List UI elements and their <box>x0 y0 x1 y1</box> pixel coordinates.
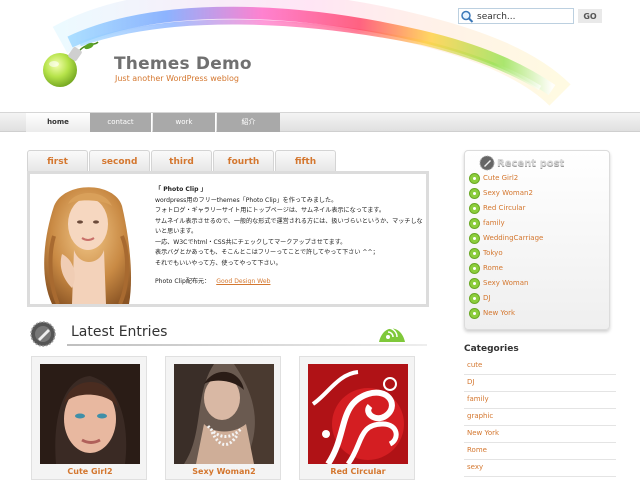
latest-entries-title: Latest Entries <box>71 324 168 340</box>
recent-post-title: Recent post <box>497 158 565 169</box>
entry-thumbnail[interactable] <box>308 364 408 464</box>
feature-text-line: 「 Photo Clip 」 <box>155 186 207 193</box>
pencil-badge-icon <box>479 155 495 171</box>
recent-post-item[interactable]: Red Circular <box>469 201 607 216</box>
recent-post-item[interactable]: Sexy Woman <box>469 276 607 291</box>
feature-text-line: 表示バグとかあっても、そこんとこはフリーってことで許してやって下さい ^^； <box>155 249 379 256</box>
recent-post-link[interactable]: Rome <box>483 264 503 272</box>
recent-post-link[interactable]: Cute Girl2 <box>483 174 518 182</box>
recent-post-link[interactable]: Sexy Woman <box>483 279 528 287</box>
green-bullet-icon <box>469 263 480 274</box>
feature-panel: 「 Photo Clip 」 wordpress用のフリーthemes「Phot… <box>27 171 429 307</box>
category-link[interactable]: Rome <box>467 446 487 454</box>
feature-text-line: wordpress用のフリーthemes「Photo Clip」を作ってみました… <box>155 196 338 204</box>
recent-post-item[interactable]: Rome <box>469 261 607 276</box>
recent-post-link[interactable]: DJ <box>483 294 490 302</box>
green-bullet-icon <box>469 308 480 319</box>
recent-post-item[interactable]: family <box>469 216 607 231</box>
category-link[interactable]: DJ <box>467 378 474 386</box>
site-tagline: Just another WordPress weblog <box>115 74 240 83</box>
green-bullet-icon <box>469 188 480 199</box>
green-bullet-icon <box>469 248 480 259</box>
search-icon <box>461 10 474 23</box>
category-item[interactable]: Rome <box>464 443 616 460</box>
latest-entries-header: Latest Entries <box>27 318 429 350</box>
entry-title[interactable]: Red Circular <box>300 467 416 476</box>
category-item[interactable]: DJ <box>464 375 616 392</box>
recent-post-link[interactable]: family <box>483 219 505 227</box>
nav-item-work[interactable]: work <box>153 113 216 132</box>
recent-post-link[interactable]: Tokyo <box>483 249 503 257</box>
category-link[interactable]: sexy <box>467 463 483 471</box>
green-bullet-icon <box>469 293 480 304</box>
category-item[interactable]: graphic <box>464 409 616 426</box>
tab-fifth[interactable]: fifth <box>275 150 336 172</box>
green-bullet-icon <box>469 173 480 184</box>
green-bullet-icon <box>469 233 480 244</box>
category-item[interactable]: sexy <box>464 460 616 477</box>
entry-card[interactable]: Red Circular <box>299 356 415 480</box>
feature-credit: Photo Clip配布元： Good Design Web <box>155 276 270 285</box>
category-item[interactable]: family <box>464 392 616 409</box>
entry-card[interactable]: Sexy Woman2 <box>165 356 281 480</box>
feature-text-line: それでもいいやって方、使ってやって下さい。 <box>155 259 282 267</box>
site-title[interactable]: Themes Demo <box>114 54 252 74</box>
entry-title[interactable]: Sexy Woman2 <box>166 467 282 476</box>
feature-description: 「 Photo Clip 」 wordpress用のフリーthemes「Phot… <box>155 185 427 269</box>
recent-post-widget: Recent post Cute Girl2 Sexy Woman2 Red C… <box>464 150 610 330</box>
green-bullet-icon <box>469 203 480 214</box>
tab-second[interactable]: second <box>89 150 150 172</box>
recent-post-item[interactable]: Sexy Woman2 <box>469 186 607 201</box>
feature-text-line: フォトログ・ギャラリーサイト用にトップページは、サムネイル表示になってます。 <box>155 207 385 214</box>
entry-thumbnail[interactable] <box>174 364 274 464</box>
tab-first[interactable]: first <box>27 150 88 172</box>
rss-feed-icon[interactable] <box>377 322 407 344</box>
search-input[interactable] <box>477 10 571 23</box>
credit-link[interactable]: Good Design Web <box>216 278 270 285</box>
category-link[interactable]: New York <box>467 429 499 437</box>
recent-post-link[interactable]: Sexy Woman2 <box>483 189 533 197</box>
recent-post-item[interactable]: WeddingCarriage <box>469 231 607 246</box>
main-nav: home contact work 紹介 <box>0 112 640 132</box>
recent-post-item[interactable]: New York <box>469 306 607 321</box>
category-item[interactable]: cute <box>464 358 616 375</box>
go-button[interactable]: GO <box>578 9 602 23</box>
recent-post-link[interactable]: Red Circular <box>483 204 525 212</box>
recent-post-link[interactable]: WeddingCarriage <box>483 234 543 242</box>
tab-fourth[interactable]: fourth <box>213 150 274 172</box>
credit-label: Photo Clip配布元： <box>155 278 211 285</box>
nav-item-contact[interactable]: contact <box>90 113 152 132</box>
category-item[interactable]: New York <box>464 426 616 443</box>
green-bullet-icon <box>469 218 480 229</box>
entry-title[interactable]: Cute Girl2 <box>32 467 148 476</box>
tab-third[interactable]: third <box>151 150 212 172</box>
latest-divider <box>67 344 427 346</box>
pencil-badge-icon <box>30 321 56 347</box>
recent-post-link[interactable]: New York <box>483 309 515 317</box>
lightbulb-logo-icon <box>43 41 99 87</box>
green-bullet-icon <box>469 278 480 289</box>
category-link[interactable]: graphic <box>467 412 493 420</box>
feature-text-line: 一応、W3Cでhtml・CSS共にチェックしてマークアップさせてます。 <box>155 238 347 246</box>
nav-item-introduction[interactable]: 紹介 <box>217 113 280 132</box>
entry-thumbnail[interactable] <box>40 364 140 464</box>
feature-photo <box>34 176 140 304</box>
categories-title: Categories <box>464 344 519 354</box>
search-box <box>458 8 574 24</box>
site-header: Themes Demo Just another WordPress weblo… <box>0 0 640 112</box>
category-link[interactable]: family <box>467 395 489 403</box>
recent-post-item[interactable]: Cute Girl2 <box>469 171 607 186</box>
category-link[interactable]: cute <box>467 361 482 369</box>
recent-post-item[interactable]: DJ <box>469 291 607 306</box>
nav-item-home[interactable]: home <box>26 113 90 132</box>
feature-text-line: サムネイル表示させるので、一般的な形式で運営される方には、扱いづらいというか、マ… <box>155 217 423 236</box>
recent-post-item[interactable]: Tokyo <box>469 246 607 261</box>
entry-card[interactable]: Cute Girl2 <box>31 356 147 480</box>
